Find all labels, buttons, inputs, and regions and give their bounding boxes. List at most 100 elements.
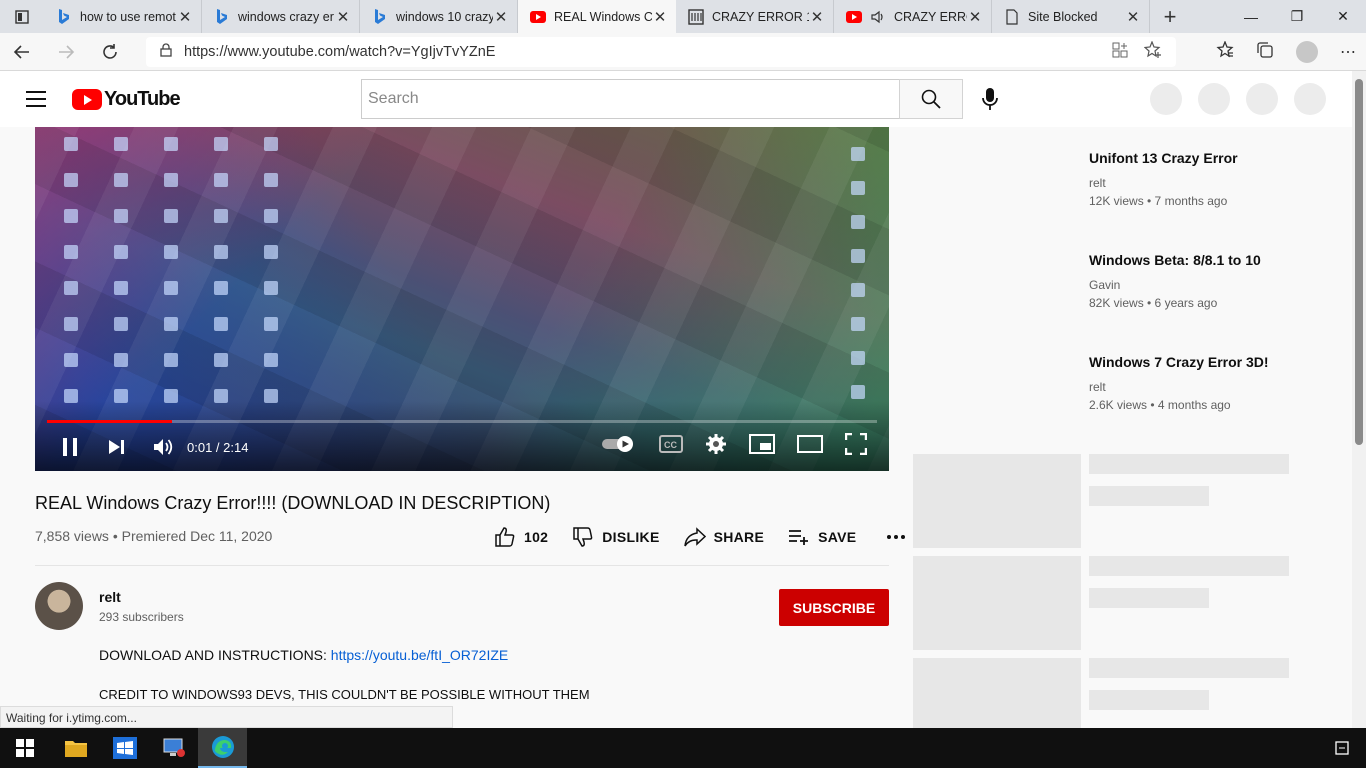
video-meta: 7,858 views • Premiered Dec 11, 2020	[35, 528, 273, 544]
tab-actions-button[interactable]	[0, 0, 44, 33]
profile-avatar[interactable]	[1296, 41, 1318, 63]
theater-mode-icon[interactable]	[797, 435, 823, 458]
search-input[interactable]: Search	[361, 79, 900, 119]
edge-taskbar[interactable]	[198, 728, 247, 768]
refresh-icon	[103, 43, 117, 59]
collections-icon[interactable]	[1256, 41, 1274, 64]
refresh-button[interactable]	[88, 33, 132, 71]
fullscreen-icon[interactable]	[844, 432, 868, 460]
recommendation-1[interactable]: Unifont 13 Crazy Error relt 12K views • …	[1089, 150, 1238, 208]
browser-tab-5[interactable]: CRAZY ERROR 17 ✕	[676, 0, 834, 33]
page-icon	[1004, 8, 1020, 25]
hamburger-menu-icon[interactable]	[26, 91, 46, 107]
tab-actions-icon	[15, 9, 29, 24]
favorites-icon[interactable]	[1216, 39, 1234, 64]
subscribe-button[interactable]: SUBSCRIBE	[779, 589, 889, 626]
skeleton-title	[1089, 454, 1289, 474]
browser-tab-4-active[interactable]: REAL Windows C ✕	[518, 0, 676, 33]
close-tab-icon[interactable]: ✕	[967, 8, 983, 26]
close-tab-icon[interactable]: ✕	[335, 8, 351, 26]
settings-gear-icon[interactable]	[705, 433, 727, 460]
skeleton-title	[1089, 658, 1289, 678]
minimize-icon[interactable]: —	[1228, 0, 1274, 33]
skeleton-meta	[1089, 588, 1209, 608]
back-button[interactable]	[0, 33, 44, 71]
dislike-button[interactable]: DISLIKE	[572, 526, 659, 548]
subscriber-count: 293 subscribers	[99, 610, 184, 624]
file-explorer-taskbar[interactable]	[51, 728, 100, 768]
placeholder-circle	[1198, 83, 1230, 115]
browser-tab-3[interactable]: windows 10 crazy ✕	[360, 0, 518, 33]
window-controls: — ❐ ✕	[1228, 0, 1366, 33]
bing-icon	[372, 8, 388, 25]
close-tab-icon[interactable]: ✕	[1125, 8, 1141, 26]
like-button[interactable]: 102	[494, 526, 548, 548]
address-bar[interactable]: https://www.youtube.com/watch?v=YgIjvTvY…	[146, 37, 1176, 67]
skeleton-thumbnail	[913, 454, 1081, 548]
autoplay-toggle[interactable]	[601, 435, 637, 458]
pause-button[interactable]	[61, 437, 79, 457]
section-divider	[35, 565, 889, 566]
browser-tab-6[interactable]: CRAZY ERRO ✕	[834, 0, 992, 33]
search-button[interactable]	[899, 79, 963, 119]
speaker-audio-icon[interactable]	[870, 9, 886, 25]
header-placeholder-icons	[1150, 83, 1326, 115]
start-button[interactable]	[0, 728, 49, 768]
close-window-icon[interactable]: ✕	[1320, 0, 1366, 33]
scrollbar-thumb[interactable]	[1355, 79, 1363, 445]
add-favorite-icon[interactable]	[1143, 40, 1162, 63]
lock-icon[interactable]	[160, 43, 172, 61]
placeholder-circle	[1246, 83, 1278, 115]
close-tab-icon[interactable]: ✕	[809, 8, 825, 26]
player-controls: 0:01 / 2:14 CC	[35, 432, 889, 461]
forward-arrow-icon	[59, 44, 75, 59]
page-scrollbar[interactable]	[1352, 71, 1366, 728]
recommendation-2[interactable]: Windows Beta: 8/8.1 to 10 Gavin 82K view…	[1089, 252, 1261, 310]
computer-icon	[163, 738, 185, 757]
forward-button[interactable]	[44, 33, 88, 71]
restore-icon[interactable]: ❐	[1274, 0, 1320, 33]
voice-search-button[interactable]	[980, 87, 1000, 116]
video-player[interactable]: 0:01 / 2:14 CC	[35, 127, 889, 471]
video-actions: 102 DISLIKE SHARE SAVE	[494, 526, 930, 548]
browser-tab-2[interactable]: windows crazy er ✕	[202, 0, 360, 33]
placeholder-circle	[1150, 83, 1182, 115]
seek-bar[interactable]	[47, 420, 877, 423]
windows-app-taskbar[interactable]	[100, 728, 149, 768]
tray-notification[interactable]	[1317, 728, 1366, 768]
more-actions-icon[interactable]	[886, 534, 906, 540]
channel-name[interactable]: relt	[99, 589, 121, 605]
svg-text:CC: CC	[664, 440, 677, 450]
captions-icon[interactable]: CC	[659, 435, 683, 458]
next-icon	[109, 440, 124, 454]
volume-button[interactable]	[153, 437, 175, 457]
skeleton-thumbnail	[913, 658, 1081, 728]
remote-app-taskbar[interactable]	[149, 728, 198, 768]
close-tab-icon[interactable]: ✕	[652, 8, 668, 26]
browser-tab-7[interactable]: Site Blocked ✕	[992, 0, 1150, 33]
share-button[interactable]: SHARE	[683, 527, 765, 547]
save-button[interactable]: SAVE	[788, 528, 856, 546]
description-link[interactable]: https://youtu.be/ftI_OR72IZE	[331, 647, 508, 663]
thumbs-down-icon	[573, 527, 593, 547]
more-options-icon[interactable]: ⋯	[1340, 42, 1356, 62]
time-display: 0:01 / 2:14	[187, 439, 249, 455]
new-tab-button[interactable]: +	[1150, 0, 1190, 33]
youtube-logo[interactable]: YouTube	[72, 88, 181, 111]
channel-avatar[interactable]	[35, 582, 83, 630]
skeleton-thumbnail	[913, 556, 1081, 650]
folder-icon	[64, 741, 87, 757]
recommendation-3[interactable]: Windows 7 Crazy Error 3D! relt 2.6K view…	[1089, 354, 1269, 412]
youtube-icon	[530, 9, 546, 25]
share-icon	[683, 527, 706, 547]
close-tab-icon[interactable]: ✕	[177, 8, 193, 26]
close-tab-icon[interactable]: ✕	[493, 8, 509, 26]
skeleton-title	[1089, 556, 1289, 576]
youtube-header: YouTube Search	[0, 71, 1352, 127]
browser-tab-1[interactable]: how to use remot ✕	[44, 0, 202, 33]
skeleton-meta	[1089, 486, 1209, 506]
app-available-icon[interactable]	[1112, 42, 1128, 62]
miniplayer-icon[interactable]	[749, 434, 775, 459]
video-title: REAL Windows Crazy Error!!!! (DOWNLOAD I…	[35, 493, 551, 513]
next-button[interactable]	[107, 438, 125, 456]
